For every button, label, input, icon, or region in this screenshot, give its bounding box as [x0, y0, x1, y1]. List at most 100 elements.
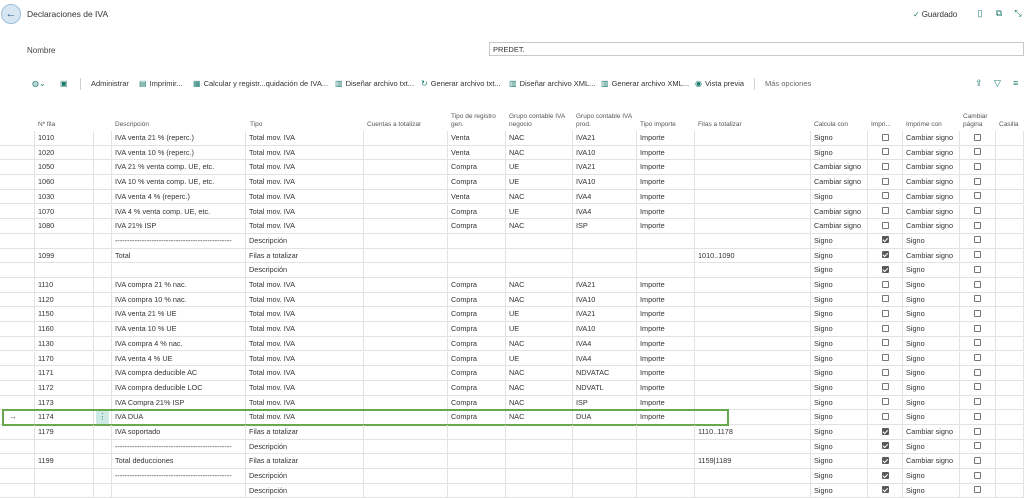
row-selector[interactable] — [0, 483, 35, 498]
row-selector[interactable] — [0, 204, 35, 220]
cambiar-pagina-checkbox[interactable] — [960, 263, 996, 278]
cell-tipo[interactable]: Filas a totalizar — [246, 248, 364, 264]
cell-filas[interactable] — [695, 307, 811, 323]
checkbox-icon[interactable] — [881, 471, 889, 479]
cell-imp[interactable]: Importe — [637, 292, 695, 308]
vista-previa-button[interactable]: ◉ Vista previa — [695, 79, 744, 88]
imprimir-checkbox[interactable] — [868, 160, 903, 176]
cell-calc[interactable]: Signo — [811, 366, 868, 381]
cell-casilla[interactable] — [996, 204, 1024, 220]
cell-calc[interactable]: Signo — [811, 307, 868, 323]
cell-prod[interactable]: NDVATAC — [573, 366, 637, 381]
checkbox-icon[interactable] — [974, 221, 981, 229]
list-view-icon[interactable]: ≡ — [1013, 78, 1018, 88]
cell-calc[interactable]: Cambiar signo — [811, 175, 868, 190]
imprimir-checkbox[interactable] — [868, 425, 903, 440]
checkbox-icon[interactable] — [974, 339, 981, 347]
cell-desc[interactable] — [112, 263, 246, 278]
row-selector[interactable] — [0, 410, 35, 425]
cell-neg[interactable]: UE — [506, 175, 573, 190]
filter-icon[interactable]: ▽ — [994, 78, 1001, 89]
generar-xml-button[interactable]: ▥ Generar archivo XML... — [601, 79, 689, 88]
cell-desc[interactable]: ----------------------------------------… — [112, 233, 246, 249]
imprimir-checkbox[interactable] — [868, 336, 903, 352]
calcular-registrar-button[interactable]: ▦ Calcular y registr...quidación de IVA..… — [193, 79, 328, 88]
cell-imp[interactable]: Importe — [637, 160, 695, 176]
cell-menu[interactable] — [94, 351, 112, 367]
cell-calc[interactable]: Signo — [811, 131, 868, 146]
cell-menu[interactable] — [94, 145, 112, 161]
checkbox-icon[interactable] — [881, 309, 889, 317]
table-row[interactable]: 1150 IVA venta 21 % UE Total mov. IVA Compr… — [0, 307, 1024, 323]
cell-tipo[interactable]: Descripción — [246, 263, 364, 278]
cambiar-pagina-checkbox[interactable] — [960, 307, 996, 323]
checkbox-icon[interactable] — [881, 236, 889, 244]
cell-desc[interactable]: IVA venta 10 % UE — [112, 322, 246, 337]
cell-menu[interactable] — [94, 248, 112, 264]
cell-filas[interactable] — [695, 175, 811, 190]
cell-prod[interactable]: IVA21 — [573, 278, 637, 293]
cell-filas[interactable] — [695, 483, 811, 498]
cell-menu[interactable] — [94, 322, 112, 337]
cell-menu[interactable] — [94, 219, 112, 234]
cell-menu[interactable] — [94, 278, 112, 293]
cell-desc[interactable] — [112, 483, 246, 498]
cambiar-pagina-checkbox[interactable] — [960, 454, 996, 470]
cell-nfila[interactable]: 1130 — [35, 336, 94, 352]
cell-prod[interactable]: IVA10 — [573, 322, 637, 337]
checkbox-icon[interactable] — [881, 177, 889, 185]
cell-menu[interactable] — [94, 160, 112, 176]
checkbox-icon[interactable] — [974, 471, 981, 479]
imprimir-checkbox[interactable] — [868, 248, 903, 264]
cell-prod[interactable]: ISP — [573, 219, 637, 234]
cell-menu[interactable] — [94, 307, 112, 323]
cell-cuentas[interactable] — [364, 233, 448, 249]
cell-menu[interactable] — [94, 454, 112, 470]
checkbox-icon[interactable] — [974, 442, 981, 450]
cell-prod[interactable]: IVA10 — [573, 292, 637, 308]
cell-tipo[interactable]: Total mov. IVA — [246, 336, 364, 352]
cell-reg[interactable]: Compra — [448, 322, 506, 337]
cell-cuentas[interactable] — [364, 322, 448, 337]
cell-imp[interactable]: Importe — [637, 204, 695, 220]
table-row[interactable]: 1120 IVA compra 10 % nac. Total mov. IVA Co… — [0, 292, 1024, 308]
open-new-window-icon[interactable]: ⧉ — [994, 8, 1004, 18]
cell-calc[interactable]: Signo — [811, 395, 868, 411]
cell-cuentas[interactable] — [364, 131, 448, 146]
cell-neg[interactable] — [506, 483, 573, 498]
cell-cuentas[interactable] — [364, 204, 448, 220]
checkbox-icon[interactable] — [974, 383, 981, 391]
cell-tipo[interactable]: Total mov. IVA — [246, 204, 364, 220]
cell-menu[interactable] — [94, 469, 112, 484]
cell-tipo[interactable]: Total mov. IVA — [246, 175, 364, 190]
cell-reg[interactable]: Compra — [448, 351, 506, 367]
imprimir-checkbox[interactable] — [868, 483, 903, 498]
cell-cuentas[interactable] — [364, 307, 448, 323]
cell-prod[interactable] — [573, 248, 637, 264]
cell-neg[interactable]: UE — [506, 204, 573, 220]
cell-impcon[interactable]: Signo — [903, 410, 960, 425]
cell-tipo[interactable]: Total mov. IVA — [246, 380, 364, 396]
row-selector[interactable] — [0, 307, 35, 323]
cell-cuentas[interactable] — [364, 189, 448, 205]
cell-desc[interactable]: IVA compra deducible LOC — [112, 380, 246, 396]
cell-neg[interactable]: NAC — [506, 292, 573, 308]
row-selector[interactable] — [0, 248, 35, 264]
disenar-xml-button[interactable]: ▥ Diseñar archivo XML... — [509, 79, 595, 88]
cell-casilla[interactable] — [996, 483, 1024, 498]
checkbox-icon[interactable] — [974, 354, 981, 362]
cell-filas[interactable] — [695, 292, 811, 308]
cell-desc[interactable]: IVA venta 10 % (reperc.) — [112, 145, 246, 161]
table-row[interactable]: 1070 IVA 4 % venta comp. UE, etc. Total mo… — [0, 204, 1024, 220]
cell-menu[interactable] — [94, 175, 112, 190]
share-icon[interactable]: ⇪ — [975, 78, 983, 89]
cell-impcon[interactable]: Cambiar signo — [903, 248, 960, 264]
checkbox-icon[interactable] — [974, 177, 981, 185]
cell-neg[interactable]: UE — [506, 322, 573, 337]
checkbox-icon[interactable] — [881, 456, 889, 464]
checkbox-icon[interactable] — [974, 251, 981, 259]
cell-reg[interactable]: Compra — [448, 160, 506, 176]
cell-impcon[interactable]: Cambiar signo — [903, 425, 960, 440]
nombre-input[interactable]: PREDET. — [489, 42, 1024, 56]
cell-desc[interactable]: IVA 10 % venta comp. UE, etc. — [112, 175, 246, 190]
